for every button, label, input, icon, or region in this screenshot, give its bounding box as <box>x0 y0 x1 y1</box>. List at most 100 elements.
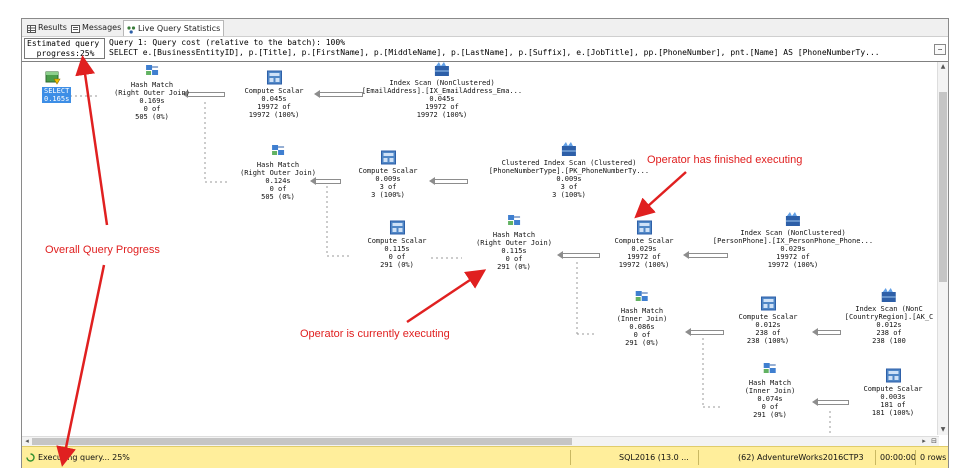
split-view-icon[interactable]: ⊟ <box>929 437 939 446</box>
index-scan-icon <box>785 212 801 227</box>
operator-name: Compute Scalar <box>738 313 798 321</box>
progress-line-2: progress:25% <box>27 49 95 58</box>
operator-time: 0.009s <box>556 175 582 183</box>
operator-subtype: (Right Outer Join) <box>476 239 552 247</box>
clustered-index-scan-icon <box>561 142 577 157</box>
hash-match-operator[interactable]: Hash Match (Inner Join) 0.086s 0 of 291 … <box>616 290 668 347</box>
scroll-down-icon[interactable]: ▼ <box>938 425 948 435</box>
operator-progress: 3 (100%) <box>552 191 586 199</box>
expand-query-button[interactable]: … <box>934 44 946 55</box>
operator-name: Hash Match <box>492 231 536 239</box>
hash-match-operator[interactable]: Hash Match (Inner Join) 0.074s 0 of 291 … <box>745 362 795 419</box>
annotation-overall-progress: Overall Query Progress <box>45 244 160 256</box>
query-text: Query 1: Query cost (relative to the bat… <box>109 38 932 59</box>
operator-name: Compute Scalar <box>244 87 304 95</box>
operator-object: [PhoneNumberType].[PK_PhoneNumberTy... <box>488 167 650 175</box>
flow-arrowhead <box>812 328 818 336</box>
compute-scalar-operator-finished[interactable]: Compute Scalar 0.029s 19972 of 19972 (10… <box>614 220 674 269</box>
vertical-scroll-thumb[interactable] <box>939 92 947 282</box>
operator-name: Hash Match <box>748 379 792 387</box>
operator-subtype: (Inner Join) <box>616 315 668 323</box>
status-divider <box>915 450 916 465</box>
hash-match-icon <box>144 64 160 79</box>
operator-time: 0.029s <box>780 245 806 253</box>
index-scan-operator[interactable]: Index Scan (NonClustered) [PersonPhone].… <box>713 212 873 269</box>
index-scan-icon <box>881 288 897 303</box>
hash-match-operator[interactable]: Hash Match (Right Outer Join) 0.124s 0 o… <box>240 144 316 201</box>
operator-name: Clustered Index Scan (Clustered) <box>501 159 637 167</box>
compute-scalar-operator[interactable]: Compute Scalar 0.115s 0 of 291 (0%) <box>367 220 427 269</box>
flow-arrowhead <box>683 251 689 259</box>
select-operator-name: SELECT <box>42 87 72 95</box>
status-divider <box>698 450 699 465</box>
flow-arrow <box>434 179 468 184</box>
operator-progress: 19972 (100%) <box>248 111 300 119</box>
status-divider <box>570 450 571 465</box>
flow-arrowhead <box>314 90 320 98</box>
grid-icon <box>27 24 36 33</box>
live-stats-icon <box>127 25 136 34</box>
hash-match-operator-executing[interactable]: Hash Match (Right Outer Join) 0.115s 0 o… <box>476 214 552 271</box>
operator-rows: 238 of <box>876 329 902 337</box>
index-scan-operator-partial[interactable]: Index Scan (NonC [CountryRegion].[AK_C 0… <box>844 288 934 345</box>
operator-rows: 238 of <box>755 329 781 337</box>
flow-arrowhead <box>685 328 691 336</box>
operator-time: 0.115s <box>501 247 527 255</box>
compute-scalar-icon <box>266 70 282 85</box>
scroll-right-icon[interactable]: ▸ <box>919 437 929 446</box>
operator-progress: 19972 (100%) <box>618 261 670 269</box>
operator-time: 0.115s <box>384 245 410 253</box>
session-id: (62) <box>738 453 755 462</box>
operator-name: Hash Match <box>130 81 174 89</box>
compute-scalar-operator[interactable]: Compute Scalar 0.012s 238 of 238 (100%) <box>738 296 798 345</box>
compute-scalar-operator[interactable]: Compute Scalar 0.003s 181 of 181 (100%) <box>863 368 923 417</box>
compute-scalar-operator[interactable]: Compute Scalar 0.009s 3 of 3 (100%) <box>358 150 418 199</box>
flow-arrow <box>319 92 363 97</box>
scroll-left-icon[interactable]: ◂ <box>22 437 32 446</box>
messages-icon <box>71 24 80 33</box>
annotation-executing: Operator is currently executing <box>300 328 450 340</box>
hash-match-operator[interactable]: Hash Match (Right Outer Join) 0.169s 0 o… <box>114 64 190 121</box>
operator-rows: 0 of <box>388 253 406 261</box>
hash-match-icon <box>506 214 522 229</box>
compute-scalar-operator[interactable]: Compute Scalar 0.045s 19972 of 19972 (10… <box>244 70 304 119</box>
flow-arrowhead <box>429 177 435 185</box>
operator-progress: 238 (100 <box>872 337 906 345</box>
tab-results[interactable]: Results <box>24 21 70 34</box>
horizontal-scrollbar[interactable]: ◂ ▸ ⊟ <box>22 436 939 446</box>
operator-subtype: (Right Outer Join) <box>114 89 190 97</box>
flow-arrow <box>690 330 724 335</box>
operator-object: [CountryRegion].[AK_C <box>844 313 934 321</box>
tab-messages[interactable]: Messages <box>68 21 124 34</box>
tab-messages-label: Messages <box>82 23 122 32</box>
tab-live-query-statistics[interactable]: Live Query Statistics <box>123 20 225 36</box>
index-scan-operator[interactable]: Index Scan (NonClustered) [EmailAddress]… <box>362 62 522 119</box>
operator-progress: 19972 (100%) <box>767 261 819 269</box>
live-query-statistics-window: Results Messages Live Query Statistics E… <box>21 18 949 468</box>
hash-match-icon <box>634 290 650 305</box>
hash-match-icon <box>762 362 778 377</box>
clustered-index-scan-operator[interactable]: Clustered Index Scan (Clustered) [PhoneN… <box>489 142 649 199</box>
operator-rows: 19972 of <box>425 103 459 111</box>
select-operator[interactable]: SELECT 0.165s <box>42 70 72 103</box>
vertical-scrollbar[interactable]: ▲ ▼ <box>937 62 948 435</box>
flow-arrow <box>187 92 225 97</box>
executing-spinner-icon <box>26 447 35 468</box>
operator-name: Compute Scalar <box>358 167 418 175</box>
compute-scalar-icon <box>380 150 396 165</box>
operator-progress: 181 (100%) <box>871 409 915 417</box>
operator-rows: 3 of <box>560 183 578 191</box>
operator-name: Compute Scalar <box>614 237 674 245</box>
operator-time: 0.074s <box>757 395 783 403</box>
server-name: SQL2016 (13.0 ... <box>619 453 689 462</box>
operator-subtype: (Right Outer Join) <box>240 169 316 177</box>
progress-line-1: Estimated query <box>27 39 100 48</box>
results-tab-strip: Results Messages Live Query Statistics <box>22 19 948 37</box>
operator-time: 0.003s <box>880 393 906 401</box>
query-cost-line: Query 1: Query cost (relative to the bat… <box>109 38 346 47</box>
scroll-up-icon[interactable]: ▲ <box>938 62 948 72</box>
operator-progress: 19972 (100%) <box>416 111 468 119</box>
horizontal-scroll-thumb[interactable] <box>32 438 572 445</box>
operator-time: 0.045s <box>429 95 455 103</box>
operator-rows: 0 of <box>269 185 287 193</box>
